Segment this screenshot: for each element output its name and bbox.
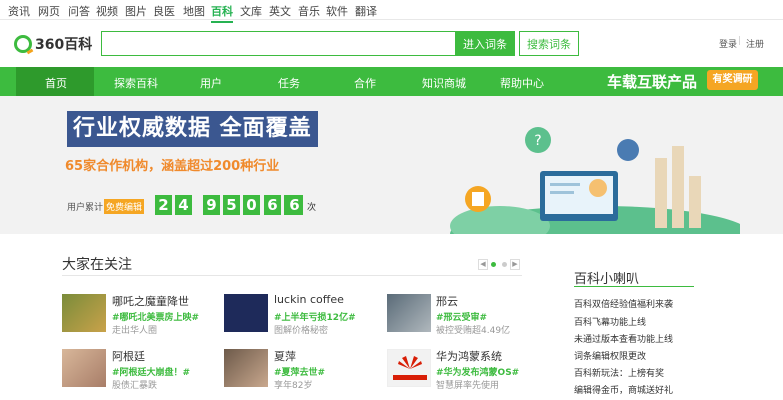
nav-item-users[interactable]: 用户	[200, 75, 222, 91]
card-desc: 享年82岁	[274, 381, 313, 391]
search-input[interactable]	[101, 31, 456, 56]
top-category-nav: 资讯 网页 问答 视频 图片 良医 地图 百科 文库 英文 音乐 软件 翻译	[0, 0, 783, 23]
card-tag[interactable]: #哪吒北美票房上映#	[112, 310, 199, 323]
section-title: 大家在关注	[62, 257, 132, 273]
topnav-item-translate[interactable]: 翻译	[355, 3, 377, 19]
topnav-item-wenku[interactable]: 文库	[240, 3, 262, 19]
card-title[interactable]: 阿根廷	[112, 348, 145, 364]
logo-ring-icon	[14, 35, 32, 53]
carousel-dot[interactable]	[491, 261, 496, 267]
card-image[interactable]	[387, 349, 431, 387]
sidebar-link[interactable]: 词条编辑权限更改	[574, 349, 646, 362]
card-title[interactable]: luckin coffee	[274, 293, 344, 306]
sidebar-link[interactable]: 百科双倍经验值福利来袭	[574, 297, 673, 310]
topnav-item-music[interactable]: 音乐	[298, 3, 320, 19]
promo-badge[interactable]: 有奖调研	[707, 70, 758, 90]
card-title[interactable]: 夏萍	[274, 348, 296, 364]
card-title[interactable]: 华为鸿蒙系统	[436, 348, 502, 364]
card-image[interactable]	[224, 294, 268, 332]
promo-text[interactable]: 车载互联产品	[607, 71, 697, 92]
nav-item-cooperation[interactable]: 合作	[354, 75, 376, 91]
card-tag[interactable]: #上半年亏损12亿#	[274, 310, 356, 323]
main-nav: 首页 探索百科 用户 任务 合作 知识商城 帮助中心 车载互联产品 有奖调研	[0, 67, 783, 96]
counter-digit: 5	[223, 195, 240, 215]
topnav-item-software[interactable]: 软件	[326, 3, 348, 19]
section-divider	[62, 275, 522, 276]
card-title[interactable]: 邢云	[436, 293, 458, 309]
sidebar-link[interactable]: 百科新玩法：上榜有奖	[574, 366, 664, 379]
counter-digit: 4	[175, 195, 192, 215]
banner-illustration: ?	[450, 127, 740, 234]
hero-banner[interactable]: 行业权威数据 全面覆盖 65家合作机构，涵盖超过200种行业 用户累计 免费编辑…	[0, 96, 783, 234]
nav-item-home[interactable]: 首页	[45, 75, 67, 91]
sidebar-link[interactable]: 编辑得金币，商城送好礼	[574, 383, 673, 396]
carousel-next-button[interactable]: ▶	[510, 258, 520, 270]
nav-item-help[interactable]: 帮助中心	[500, 75, 544, 91]
counter-digit: 9	[203, 195, 220, 215]
sidebar-title: 百科小喇叭	[574, 272, 640, 287]
huawei-logo-icon	[393, 356, 427, 380]
header-separator: |	[738, 36, 742, 46]
card-tag[interactable]: #邢云受审#	[436, 310, 487, 323]
carousel-prev-button[interactable]: ◀	[478, 258, 488, 270]
card-desc: 股债汇暴跌	[112, 381, 158, 391]
sidebar-link[interactable]: 百科飞幕功能上线	[574, 315, 646, 328]
topnav-item-video[interactable]: 视频	[96, 3, 118, 19]
sidebar-link[interactable]: 未通过版本查看功能上线	[574, 332, 673, 345]
card-desc: 图解价格秘密	[274, 326, 329, 336]
site-logo[interactable]: 360百科	[14, 34, 92, 54]
register-link[interactable]: 注册	[746, 37, 764, 50]
counter-digit: 0	[243, 195, 260, 215]
search-entry-button[interactable]: 搜索词条	[519, 31, 579, 56]
banner-title: 行业权威数据 全面覆盖	[67, 111, 318, 147]
card-tag[interactable]: #华为发布鸿蒙OS#	[436, 365, 519, 378]
card-image[interactable]	[62, 294, 106, 332]
nav-item-knowledge-mall[interactable]: 知识商城	[422, 75, 466, 91]
card-desc: 被控受贿超4.49亿	[436, 326, 511, 336]
carousel-dot[interactable]	[502, 261, 507, 267]
card-desc: 走出华人圈	[112, 326, 158, 336]
topnav-item-baike[interactable]: 百科	[211, 3, 233, 23]
topnav-item-web[interactable]: 网页	[38, 3, 60, 19]
card-title[interactable]: 哪吒之魔童降世	[112, 293, 189, 309]
topnav-item-doctor[interactable]: 良医	[153, 3, 175, 19]
counter-unit: 次	[307, 203, 317, 213]
free-edit-badge: 免费编辑	[104, 199, 145, 214]
card-image[interactable]	[224, 349, 268, 387]
banner-subtitle: 65家合作机构，涵盖超过200种行业	[65, 159, 280, 174]
topnav-item-qa[interactable]: 问答	[68, 3, 90, 19]
topnav-item-english[interactable]: 英文	[269, 3, 291, 19]
topnav-item-map[interactable]: 地图	[183, 3, 205, 19]
sidebar-divider	[574, 286, 694, 287]
counter-digit: 6	[286, 195, 303, 215]
users-count-label: 用户累计	[67, 203, 104, 213]
counter-digit: 6	[264, 195, 281, 215]
nav-item-explore[interactable]: 探索百科	[114, 75, 158, 91]
card-tag[interactable]: #夏萍去世#	[274, 365, 325, 378]
logo-text: 360百科	[35, 37, 93, 53]
topnav-item-image[interactable]: 图片	[125, 3, 147, 19]
login-link[interactable]: 登录	[719, 37, 737, 50]
carousel-pager: ◀ ▶	[478, 258, 520, 270]
svg-text:?: ?	[534, 133, 541, 149]
card-image[interactable]	[62, 349, 106, 387]
card-tag[interactable]: #阿根廷大崩盘！#	[112, 365, 190, 378]
nav-item-tasks[interactable]: 任务	[278, 75, 300, 91]
card-desc: 智慧屏率先使用	[436, 381, 500, 391]
topnav-item-news[interactable]: 资讯	[8, 3, 30, 19]
card-image[interactable]	[387, 294, 431, 332]
enter-entry-button[interactable]: 进入词条	[455, 31, 515, 56]
counter-digit: 2	[155, 195, 172, 215]
